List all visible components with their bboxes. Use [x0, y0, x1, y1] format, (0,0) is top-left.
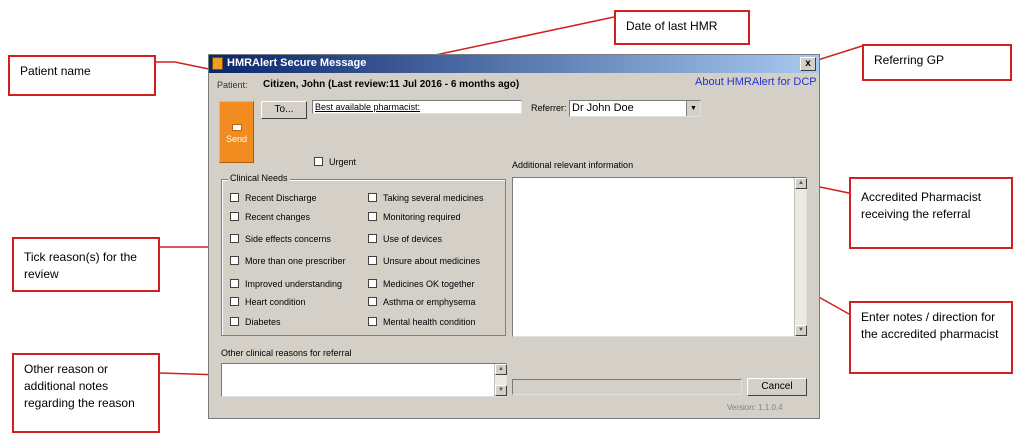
checkbox-medicines-ok-together[interactable]: [368, 279, 377, 288]
urgent-label: Urgent: [329, 157, 357, 167]
checkbox-recent-discharge[interactable]: [230, 193, 239, 202]
label-mental-health-condition: Mental health condition: [383, 317, 476, 327]
label-side-effects: Side effects concerns: [245, 234, 331, 244]
label-diabetes: Diabetes: [245, 317, 281, 327]
scroll-up-icon[interactable]: ▲: [795, 178, 807, 189]
label-improved-understanding: Improved understanding: [245, 279, 343, 289]
checkbox-diabetes[interactable]: [230, 317, 239, 326]
cancel-button[interactable]: Cancel: [747, 378, 807, 396]
checkbox-recent-changes[interactable]: [230, 212, 239, 221]
referrer-label: Referrer:: [531, 103, 567, 113]
close-button[interactable]: x: [800, 57, 816, 71]
checkbox-unsure-about-medicines[interactable]: [368, 256, 377, 265]
label-use-of-devices: Use of devices: [383, 234, 443, 244]
checkbox-monitoring-required[interactable]: [368, 212, 377, 221]
label-unsure-about-medicines: Unsure about medicines: [383, 256, 481, 266]
callout-tick-reasons: Tick reason(s) for the review: [12, 237, 160, 292]
checkbox-asthma-or-emphysema[interactable]: [368, 297, 377, 306]
additional-info-textarea[interactable]: ▲ ▼: [512, 177, 807, 337]
send-button[interactable]: Send: [219, 101, 254, 163]
scroll-up-icon[interactable]: ▲: [495, 364, 507, 375]
other-reasons-scrollbar[interactable]: ▲ ▼: [494, 364, 507, 396]
send-label: Send: [225, 134, 248, 144]
callout-referring-gp: Referring GP: [862, 44, 1012, 81]
envelope-icon: [232, 124, 242, 131]
recipient-field[interactable]: Best available pharmacist:: [312, 100, 522, 114]
app-icon: [212, 57, 223, 70]
urgent-checkbox[interactable]: [314, 157, 323, 166]
scroll-down-icon[interactable]: ▼: [495, 385, 507, 396]
label-heart-condition: Heart condition: [245, 297, 306, 307]
checkbox-mental-health-condition[interactable]: [368, 317, 377, 326]
scroll-down-icon[interactable]: ▼: [795, 325, 807, 336]
label-recent-changes: Recent changes: [245, 212, 311, 222]
to-button[interactable]: To...: [261, 101, 307, 119]
hmralert-dialog: HMRAlert Secure Message x Patient: Citiz…: [208, 54, 820, 419]
chevron-down-icon[interactable]: ▼: [686, 101, 700, 116]
checkbox-taking-several-medicines[interactable]: [368, 193, 377, 202]
referrer-value: Dr John Doe: [572, 102, 634, 114]
title-bar: HMRAlert Secure Message x: [209, 55, 819, 73]
label-taking-several-medicines: Taking several medicines: [383, 193, 484, 203]
patient-name-value: Citizen, John (Last review:11 Jul 2016 -…: [263, 79, 520, 90]
other-reasons-textarea[interactable]: ▲ ▼: [221, 363, 507, 397]
checkbox-improved-understanding[interactable]: [230, 279, 239, 288]
additional-info-label: Additional relevant information: [512, 160, 634, 170]
progress-bar: [512, 379, 742, 395]
patient-label: Patient:: [217, 80, 248, 90]
label-more-than-one-prescriber: More than one prescriber: [245, 256, 346, 266]
label-monitoring-required: Monitoring required: [383, 212, 461, 222]
callout-enter-notes: Enter notes / direction for the accredit…: [849, 301, 1013, 374]
checkbox-use-of-devices[interactable]: [368, 234, 377, 243]
additional-info-scrollbar[interactable]: ▲ ▼: [794, 178, 807, 336]
window-title: HMRAlert Secure Message: [227, 57, 367, 69]
version-label: Version: 1.1.0.4: [727, 403, 783, 412]
label-asthma-or-emphysema: Asthma or emphysema: [383, 297, 476, 307]
about-link[interactable]: About HMRAlert for DCP: [695, 76, 817, 88]
checkbox-more-than-one-prescriber[interactable]: [230, 256, 239, 265]
callout-accredited-pharmacist: Accredited Pharmacist receiving the refe…: [849, 177, 1013, 249]
other-reasons-label: Other clinical reasons for referral: [221, 348, 352, 358]
callout-date-last-hmr: Date of last HMR: [614, 10, 750, 45]
label-recent-discharge: Recent Discharge: [245, 193, 317, 203]
checkbox-heart-condition[interactable]: [230, 297, 239, 306]
callout-patient-name: Patient name: [8, 55, 156, 96]
callout-other-reason: Other reason or additional notes regardi…: [12, 353, 160, 433]
clinical-needs-group: Clinical Needs Recent Discharge Recent c…: [221, 173, 506, 336]
checkbox-side-effects[interactable]: [230, 234, 239, 243]
clinical-needs-title: Clinical Needs: [228, 173, 290, 183]
referrer-select[interactable]: Dr John Doe ▼: [569, 100, 701, 117]
label-medicines-ok-together: Medicines OK together: [383, 279, 475, 289]
